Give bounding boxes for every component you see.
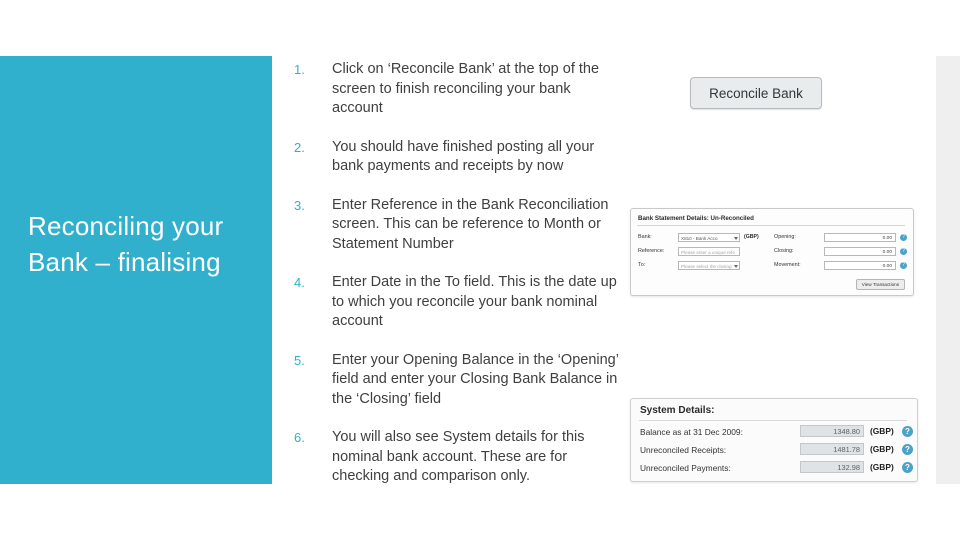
list-item-text: You should have finished posting all you… <box>332 138 595 175</box>
bsd-row-label2: Movement: <box>774 262 801 268</box>
list-item-number: 2. <box>294 139 305 155</box>
help-icon[interactable]: ? <box>902 426 913 437</box>
list-item-number: 4. <box>294 275 305 290</box>
system-details-label: Unreconciled Receipts: <box>640 445 727 455</box>
title-panel: Reconciling your Bank – finalising <box>0 56 272 484</box>
list-item: 6. You will also see System details for … <box>290 428 620 487</box>
closing-value[interactable]: 0.00 <box>824 247 896 256</box>
bsd-row: To: Please select the closing Movement: … <box>638 261 907 272</box>
list-item: 1. Click on ‘Reconcile Bank’ at the top … <box>290 60 620 119</box>
list-item-number: 1. <box>294 62 305 77</box>
system-details-row: Unreconciled Receipts: 1481.78 (GBP) ? <box>640 443 913 459</box>
reference-input[interactable]: Please enter a unique refe <box>678 247 740 256</box>
list-item-number: 3. <box>294 197 305 213</box>
system-details-value: 1348.80 <box>800 425 864 437</box>
divider <box>639 420 907 421</box>
system-details-title: System Details: <box>640 405 715 416</box>
list-item: 4. Enter Date in the To field. This is t… <box>290 273 620 332</box>
bsd-row-label2: Closing: <box>774 248 794 254</box>
to-date-select[interactable]: Please select the closing <box>678 261 740 270</box>
right-edge-strip <box>936 56 960 484</box>
bsd-row: Reference: Please enter a unique refe Cl… <box>638 247 907 258</box>
bsd-currency: (GBP) <box>744 234 759 240</box>
list-item-number: 5. <box>294 352 305 368</box>
bsd-row: Bank: X810 - Bank Acco (GBP) Opening: 0.… <box>638 233 907 244</box>
reconcile-bank-button-label: Reconcile Bank <box>709 85 803 101</box>
help-icon[interactable]: ? <box>900 234 907 241</box>
bank-select[interactable]: X810 - Bank Acco <box>678 233 740 242</box>
bsd-row-label: Reference: <box>638 248 665 254</box>
page-title: Reconciling your Bank – finalising <box>28 211 224 277</box>
steps-list: 1. Click on ‘Reconcile Bank’ at the top … <box>290 60 620 506</box>
system-details-currency: (GBP) <box>870 462 894 472</box>
system-details-row: Balance as at 31 Dec 2009: 1348.80 (GBP)… <box>640 425 913 441</box>
bank-statement-details-title: Bank Statement Details: Un-Reconciled <box>638 215 754 222</box>
system-details-label: Unreconciled Payments: <box>640 463 731 473</box>
list-item-number: 6. <box>294 430 305 445</box>
system-details-row: Unreconciled Payments: 132.98 (GBP) ? <box>640 461 913 477</box>
bsd-row-label: Bank: <box>638 234 652 240</box>
bsd-row-label: To: <box>638 262 646 268</box>
help-icon[interactable]: ? <box>902 462 913 473</box>
list-item: 5. Enter your Opening Balance in the ‘Op… <box>290 351 620 410</box>
movement-value: 0.00 <box>824 261 896 270</box>
bsd-row-label2: Opening: <box>774 234 796 240</box>
list-item: 3. Enter Reference in the Bank Reconcili… <box>290 196 620 255</box>
divider <box>637 225 905 226</box>
system-details-value: 132.98 <box>800 461 864 473</box>
system-details-currency: (GBP) <box>870 444 894 454</box>
list-item: 2. You should have finished posting all … <box>290 138 620 177</box>
reconcile-bank-button-figure[interactable]: Reconcile Bank <box>690 77 822 109</box>
list-item-text: Enter Date in the To field. This is the … <box>332 274 617 329</box>
list-item-text: Click on ‘Reconcile Bank’ at the top of … <box>332 61 600 116</box>
system-details-value: 1481.78 <box>800 443 864 455</box>
help-icon[interactable]: ? <box>900 262 907 269</box>
help-icon[interactable]: ? <box>902 444 913 455</box>
system-details-currency: (GBP) <box>870 426 894 436</box>
opening-value[interactable]: 0.00 <box>824 233 896 242</box>
system-details-figure: System Details: Balance as at 31 Dec 200… <box>630 398 918 482</box>
list-item-text: You will also see System details for thi… <box>332 429 585 484</box>
view-transactions-button[interactable]: View Transactions <box>855 279 905 290</box>
bank-statement-details-figure: Bank Statement Details: Un-Reconciled Ba… <box>630 208 914 296</box>
list-item-text: Enter your Opening Balance in the ‘Openi… <box>332 351 619 407</box>
list-item-text: Enter Reference in the Bank Reconciliati… <box>332 196 609 252</box>
help-icon[interactable]: ? <box>900 248 907 255</box>
slide: Reconciling your Bank – finalising 1. Cl… <box>0 0 960 540</box>
system-details-label: Balance as at 31 Dec 2009: <box>640 427 743 437</box>
